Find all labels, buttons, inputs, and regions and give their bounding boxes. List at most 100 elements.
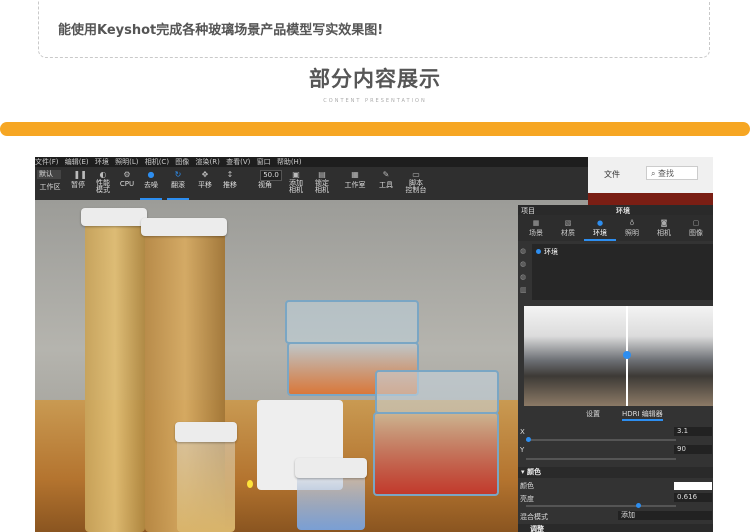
environment-panel: 项目 环境 ▦ 场景 ▧ 材质 ● 环境 ♁ 照明 ◙ 相机 ▢ 图像 ◍ ◍ ◍ ▥ 环境… <box>518 205 713 532</box>
denoise-icon: ● <box>147 170 155 179</box>
brightness-slider[interactable] <box>526 503 676 508</box>
cracker-jar-lid <box>175 422 237 442</box>
cpu-button[interactable]: ⚙ CPU <box>118 167 136 200</box>
environment-icon: ● <box>596 219 604 227</box>
subtab-hdri-editor[interactable]: HDRI 编辑器 <box>622 409 663 421</box>
tumble-button[interactable]: ↻ 翻滚 <box>167 167 189 200</box>
environment-list: 环境 <box>532 244 713 300</box>
blend-mode-select[interactable]: 添加 <box>618 511 712 520</box>
menu-image[interactable]: 图像 <box>175 158 189 166</box>
lock-camera-button[interactable]: ▤ 锁定 相机 <box>311 167 333 200</box>
container-top <box>285 300 419 344</box>
x-row: X 3.1 <box>518 427 713 437</box>
settings-icon[interactable]: ◍ <box>520 273 529 281</box>
panel-header: 项目 环境 <box>518 205 713 215</box>
container-right-top <box>375 370 499 414</box>
brightness-row: 亮度 0.616 <box>518 493 713 503</box>
tab-camera[interactable]: ◙ 相机 <box>648 215 680 241</box>
toolbar: 默认 工作区 ❚❚ 暂停 ◐ 性能 模式 ⚙ CPU ● 去噪 ↻ 翻滚 ✥ 平移 ↕ 推移 … <box>35 167 588 200</box>
panel-subtabs: 设置 HDRI 编辑器 <box>518 409 713 421</box>
menu-view[interactable]: 查看(V) <box>226 158 250 166</box>
camera-add-icon: ▣ <box>292 170 300 179</box>
scene-icon: ▦ <box>532 219 540 227</box>
x-input[interactable]: 3.1 <box>674 427 712 436</box>
tools-icon: ✎ <box>382 170 390 179</box>
hdri-handle[interactable] <box>623 351 631 359</box>
pause-icon: ❚❚ <box>73 170 87 179</box>
dolly-icon: ↕ <box>226 170 234 179</box>
pause-button[interactable]: ❚❚ 暂停 <box>67 167 89 200</box>
color-section-header[interactable]: ▾ 颜色 <box>518 467 713 478</box>
workspace-button[interactable]: 工作区 <box>35 167 65 200</box>
search-icon: ⌕ <box>651 169 656 178</box>
blend-mode-row: 混合模式 添加 <box>518 511 713 521</box>
cpu-icon: ⚙ <box>123 170 131 179</box>
environment-list-item[interactable]: 环境 <box>536 247 558 257</box>
add-camera-button[interactable]: ▣ 添加 相机 <box>285 167 307 200</box>
menu-edit[interactable]: 编辑(E) <box>65 158 89 166</box>
y-input[interactable]: 90 <box>674 445 712 454</box>
studio-button[interactable]: ▦ 工作室 <box>340 167 370 200</box>
environment-dot-icon <box>536 249 541 254</box>
fov-label: 视角 <box>258 181 272 189</box>
render-viewport[interactable] <box>35 200 588 532</box>
brightness-input[interactable]: 0.616 <box>674 493 712 502</box>
feature-note: 能使用Keyshot完成各种玻璃场景产品模型写实效果图! <box>58 23 384 38</box>
duplicate-icon[interactable]: ◍ <box>520 260 529 268</box>
studio-icon: ▦ <box>351 170 359 179</box>
menu-bar: 文件(F) 编辑(E) 环境 照明(L) 相机(C) 图像 渲染(R) 查看(V… <box>35 157 588 167</box>
tall-jar-right-lid <box>141 218 227 236</box>
pan-icon: ✥ <box>201 170 209 179</box>
panel-tabs: ▦ 场景 ▧ 材质 ● 环境 ♁ 照明 ◙ 相机 ▢ 图像 <box>518 215 713 241</box>
tall-jar-left <box>85 218 145 532</box>
explorer-file-menu[interactable]: 文件 <box>604 169 620 180</box>
candy-jar-lid <box>295 458 367 478</box>
color-swatch[interactable] <box>674 482 712 490</box>
menu-environment[interactable]: 环境 <box>95 158 109 166</box>
pan-button[interactable]: ✥ 平移 <box>194 167 216 200</box>
performance-mode-button[interactable]: ◐ 性能 模式 <box>92 167 114 200</box>
menu-help[interactable]: 帮助(H) <box>277 158 302 166</box>
tab-material[interactable]: ▧ 材质 <box>552 215 584 241</box>
keyshot-screenshot: 文件(F) 编辑(E) 环境 照明(L) 相机(C) 图像 渲染(R) 查看(V… <box>35 157 713 532</box>
bulb-icon: ♁ <box>629 219 635 227</box>
camera-icon: ◙ <box>660 219 668 227</box>
x-slider[interactable] <box>526 437 676 442</box>
tab-environment[interactable]: ● 环境 <box>584 215 616 241</box>
image-icon: ▢ <box>692 219 700 227</box>
menu-render[interactable]: 渲染(R) <box>196 158 220 166</box>
rotate-icon: ↻ <box>174 170 182 179</box>
file-explorer-strip: 文件 ⌕ 查找 <box>588 157 713 205</box>
container-tomatoes <box>373 412 499 496</box>
add-environment-icon[interactable]: ◍ <box>520 247 529 255</box>
y-row: Y 90 <box>518 445 713 455</box>
explorer-banner <box>588 193 713 205</box>
section-title: 部分内容展示 <box>309 67 441 91</box>
menu-camera[interactable]: 相机(C) <box>145 158 169 166</box>
explorer-search[interactable]: ⌕ 查找 <box>646 166 698 180</box>
material-icon: ▧ <box>564 219 572 227</box>
chevron-down-icon: ▾ <box>521 468 525 476</box>
section-subtitle: CONTENT PRESENTATION <box>323 98 427 104</box>
tab-lighting[interactable]: ♁ 照明 <box>616 215 648 241</box>
lock-icon: ▤ <box>318 170 326 179</box>
dolly-button[interactable]: ↕ 推移 <box>219 167 241 200</box>
accent-bar <box>0 122 750 136</box>
tab-image[interactable]: ▢ 图像 <box>680 215 712 241</box>
delete-icon[interactable]: ▥ <box>520 286 529 294</box>
denoise-button[interactable]: ● 去噪 <box>140 167 162 200</box>
tools-button[interactable]: ✎ 工具 <box>375 167 397 200</box>
script-icon: ▭ <box>412 170 420 179</box>
hdri-preview[interactable] <box>524 306 713 406</box>
adjust-section-header[interactable]: 调整 <box>518 524 713 532</box>
menu-window[interactable]: 窗口 <box>257 158 271 166</box>
subtab-settings[interactable]: 设置 <box>586 409 600 419</box>
tall-jar-left-lid <box>81 208 147 226</box>
y-slider[interactable] <box>526 458 676 460</box>
script-console-button[interactable]: ▭ 脚本 控制台 <box>403 167 429 200</box>
performance-icon: ◐ <box>99 170 107 179</box>
menu-file[interactable]: 文件(F) <box>35 158 59 166</box>
menu-lighting[interactable]: 照明(L) <box>115 158 138 166</box>
tab-scene[interactable]: ▦ 场景 <box>520 215 552 241</box>
cursor-icon <box>247 480 253 488</box>
